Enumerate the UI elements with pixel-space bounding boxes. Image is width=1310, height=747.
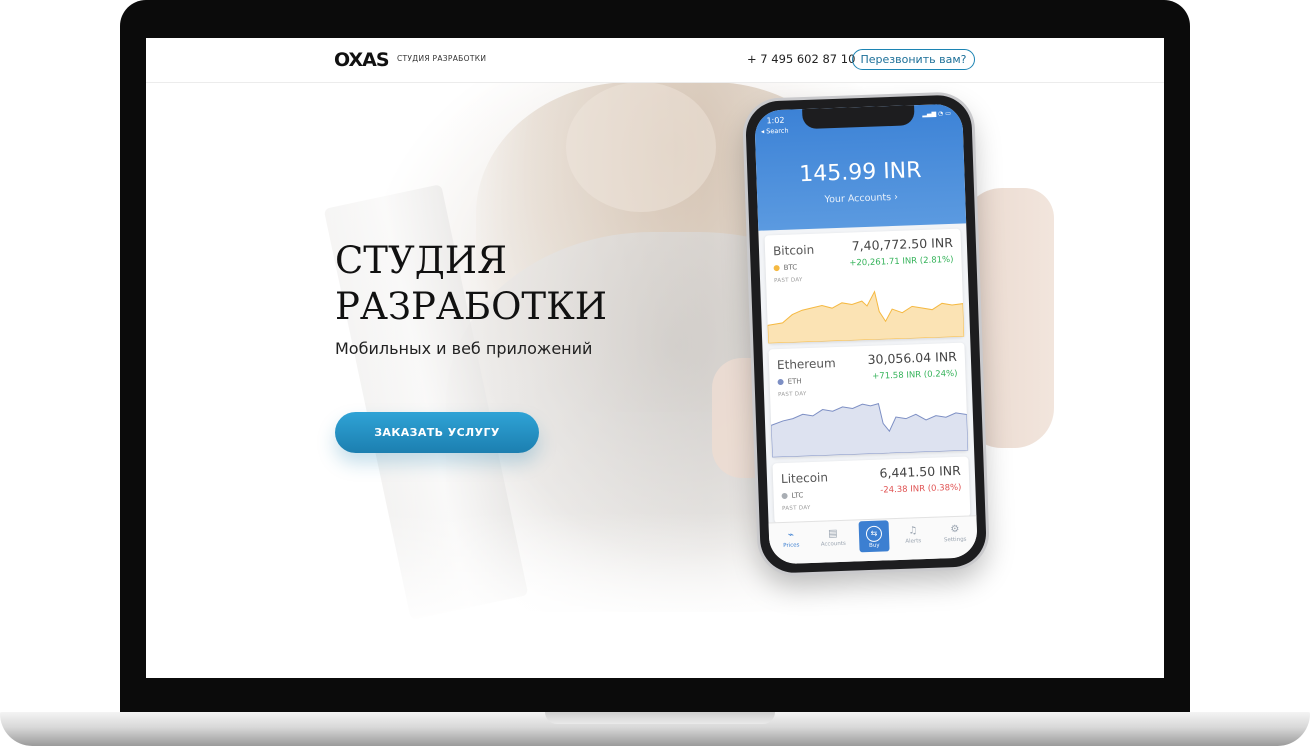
coin-ticker: ETH (787, 377, 802, 386)
coin-ticker: BTC (783, 263, 798, 272)
coin-change: -24.38 INR (0.38%) (880, 482, 962, 496)
tab-label: Buy (869, 542, 880, 550)
chart-icon: ⌁ (787, 529, 795, 541)
coin-change: +20,261.71 INR (2.81%) (849, 254, 954, 269)
coin-price: 30,056.04 INR (867, 348, 958, 367)
tab-prices[interactable]: ⌁ Prices (771, 528, 812, 549)
coin-ticker: LTC (791, 491, 804, 500)
tab-settings[interactable]: ⚙ Settings (935, 522, 976, 544)
hero-title-line1: СТУДИЯ (335, 239, 507, 282)
coin-price: 7,40,772.50 INR (851, 234, 954, 254)
coin-change: +71.58 INR (0.24%) (872, 368, 958, 382)
browser-viewport: OXAS СТУДИЯ РАЗРАБОТКИ + 7 495 602 87 10… (146, 38, 1164, 678)
buy-icon: ⇆ (865, 525, 883, 543)
coin-name: Litecoin (780, 470, 829, 487)
coin-period: PAST DAY (781, 505, 811, 513)
coin-sparkline (767, 290, 965, 344)
coin-name: Bitcoin (772, 242, 815, 259)
callback-button[interactable]: Перезвонить вам? (852, 49, 975, 70)
phone-notch (802, 105, 915, 130)
site-header: OXAS СТУДИЯ РАЗРАБОТКИ + 7 495 602 87 10… (146, 38, 1164, 83)
coin-card-ethereum: Ethereum 30,056.04 INR ETH +71.58 INR (0… (768, 342, 969, 458)
accounts-icon: ▤ (828, 528, 838, 540)
logo-subtitle: СТУДИЯ РАЗРАБОТКИ (397, 54, 487, 63)
gear-icon: ⚙ (950, 523, 960, 536)
laptop-notch (545, 712, 775, 724)
coin-period: PAST DAY (777, 391, 807, 399)
phone-screen: 1:02 ◂ Search ▂▄▆ ◔ ▭ 145.99 INR Your Ac… (754, 103, 978, 565)
coin-name: Ethereum (776, 356, 836, 373)
status-icons: ▂▄▆ ◔ ▭ (922, 109, 952, 118)
tab-alerts[interactable]: ♫ Alerts (893, 524, 934, 545)
tab-label: Accounts (820, 540, 846, 548)
coin-price: 6,441.50 INR (879, 462, 962, 481)
coin-sparkline (770, 402, 969, 458)
status-time: 1:02 (766, 115, 785, 126)
hero-title: СТУДИЯ РАЗРАБОТКИ (335, 238, 607, 330)
bell-icon: ♫ (908, 525, 918, 537)
phone-mockup: 1:02 ◂ Search ▂▄▆ ◔ ▭ 145.99 INR Your Ac… (744, 94, 988, 574)
tab-label: Settings (943, 536, 967, 544)
hero-title-line2: РАЗРАБОТКИ (335, 285, 607, 328)
coin-dot (781, 492, 788, 500)
coin-period: PAST DAY (773, 277, 803, 285)
tab-accounts[interactable]: ▤ Accounts (813, 527, 854, 548)
hero-subtitle: Мобильных и веб приложений (335, 339, 593, 358)
coin-dot (777, 378, 784, 386)
phone-number-link[interactable]: + 7 495 602 87 10 (747, 52, 855, 66)
coin-dot (773, 264, 780, 272)
tab-buy[interactable]: ⇆ Buy (858, 520, 890, 553)
coin-card-bitcoin: Bitcoin 7,40,772.50 INR BTC +20,261.71 I… (764, 228, 965, 344)
tab-label: Prices (783, 542, 800, 550)
coin-card-litecoin: Litecoin 6,441.50 INR LTC -24.38 INR (0.… (772, 456, 971, 524)
phone-tab-bar: ⌁ Prices ▤ Accounts ⇆ Buy ♫ Alerts ⚙ Set… (768, 515, 978, 565)
logo[interactable]: OXAS (334, 50, 390, 70)
tab-label: Alerts (905, 538, 922, 545)
status-back-link: ◂ Search (760, 126, 789, 136)
order-service-button[interactable]: ЗАКАЗАТЬ УСЛУГУ (335, 412, 539, 453)
